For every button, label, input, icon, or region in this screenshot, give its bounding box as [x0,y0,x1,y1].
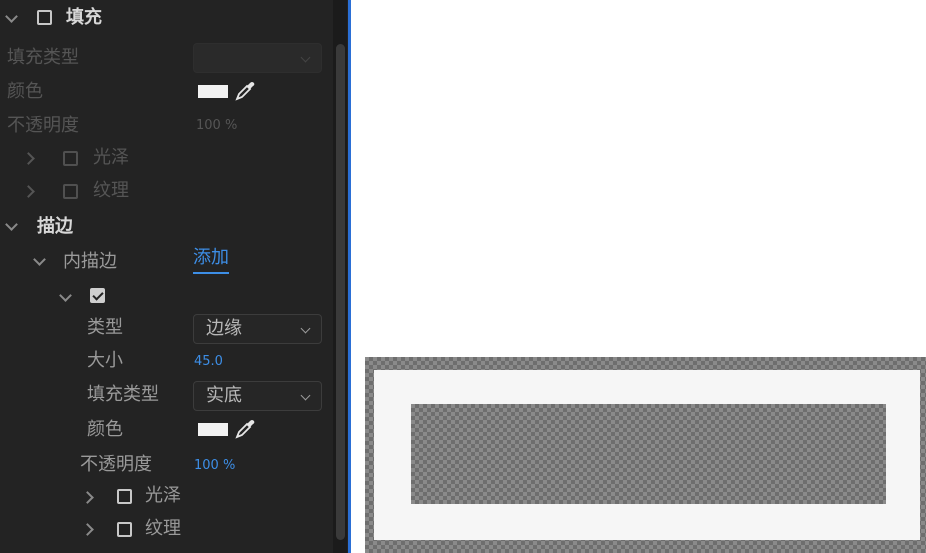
stroke-type-select[interactable]: 边缘 [193,314,322,344]
eyedropper-icon[interactable] [234,80,256,102]
chevron-down-icon [300,52,311,63]
essential-graphics-panel: 填充 填充类型 颜色 不透明度 100 % 光泽 纹理 描边 内描边 添加 类型… [0,0,350,553]
stroke-section-title: 描边 [37,216,73,237]
stroke-size-label: 大小 [87,350,123,371]
chevron-down-icon[interactable] [5,10,18,23]
stroke-color-label: 颜色 [87,419,123,440]
panel-focus-border [348,0,351,553]
inner-stroke-checkbox[interactable] [90,288,105,303]
fill-texture-checkbox[interactable] [63,184,78,199]
fill-color-label: 颜色 [7,81,43,102]
chevron-right-icon[interactable] [22,185,35,198]
stroke-fill-type-value: 实底 [206,385,242,406]
chevron-down-icon[interactable] [5,218,18,231]
stroke-sheen-label: 光泽 [145,485,181,506]
fill-type-label: 填充类型 [7,47,79,68]
shape-preview-inner-transparent [411,404,886,504]
stroke-fill-type-label: 填充类型 [87,384,159,405]
fill-color-swatch[interactable] [198,85,228,98]
inner-stroke-label: 内描边 [63,251,117,272]
chevron-right-icon[interactable] [22,152,35,165]
stroke-opacity-value[interactable]: 100 % [194,451,235,481]
fill-sheen-checkbox[interactable] [63,151,78,166]
stroke-opacity-label: 不透明度 [80,454,152,475]
stroke-type-label: 类型 [87,317,123,338]
chevron-down-icon[interactable] [33,253,46,266]
scrollbar-thumb[interactable] [336,44,345,540]
eyedropper-icon[interactable] [234,418,256,440]
stroke-texture-checkbox[interactable] [117,522,132,537]
fill-texture-label: 纹理 [93,180,129,201]
chevron-down-icon[interactable] [59,289,72,302]
stroke-sheen-checkbox[interactable] [117,489,132,504]
fill-opacity-value[interactable]: 100 % [196,111,237,141]
chevron-right-icon[interactable] [81,491,94,504]
stroke-fill-type-select[interactable]: 实底 [193,381,322,411]
fill-opacity-label: 不透明度 [7,115,79,136]
fill-section-title: 填充 [66,7,102,28]
stroke-color-swatch[interactable] [198,423,228,436]
stroke-texture-label: 纹理 [145,518,181,539]
chevron-right-icon[interactable] [81,523,94,536]
chevron-down-icon [300,390,311,401]
chevron-down-icon [300,323,311,334]
fill-checkbox[interactable] [37,10,52,25]
fill-sheen-label: 光泽 [93,147,129,168]
stroke-size-value[interactable]: 45.0 [194,347,223,377]
add-stroke-link[interactable]: 添加 [193,244,229,274]
stroke-type-value: 边缘 [206,318,242,339]
fill-type-select[interactable] [193,43,322,73]
